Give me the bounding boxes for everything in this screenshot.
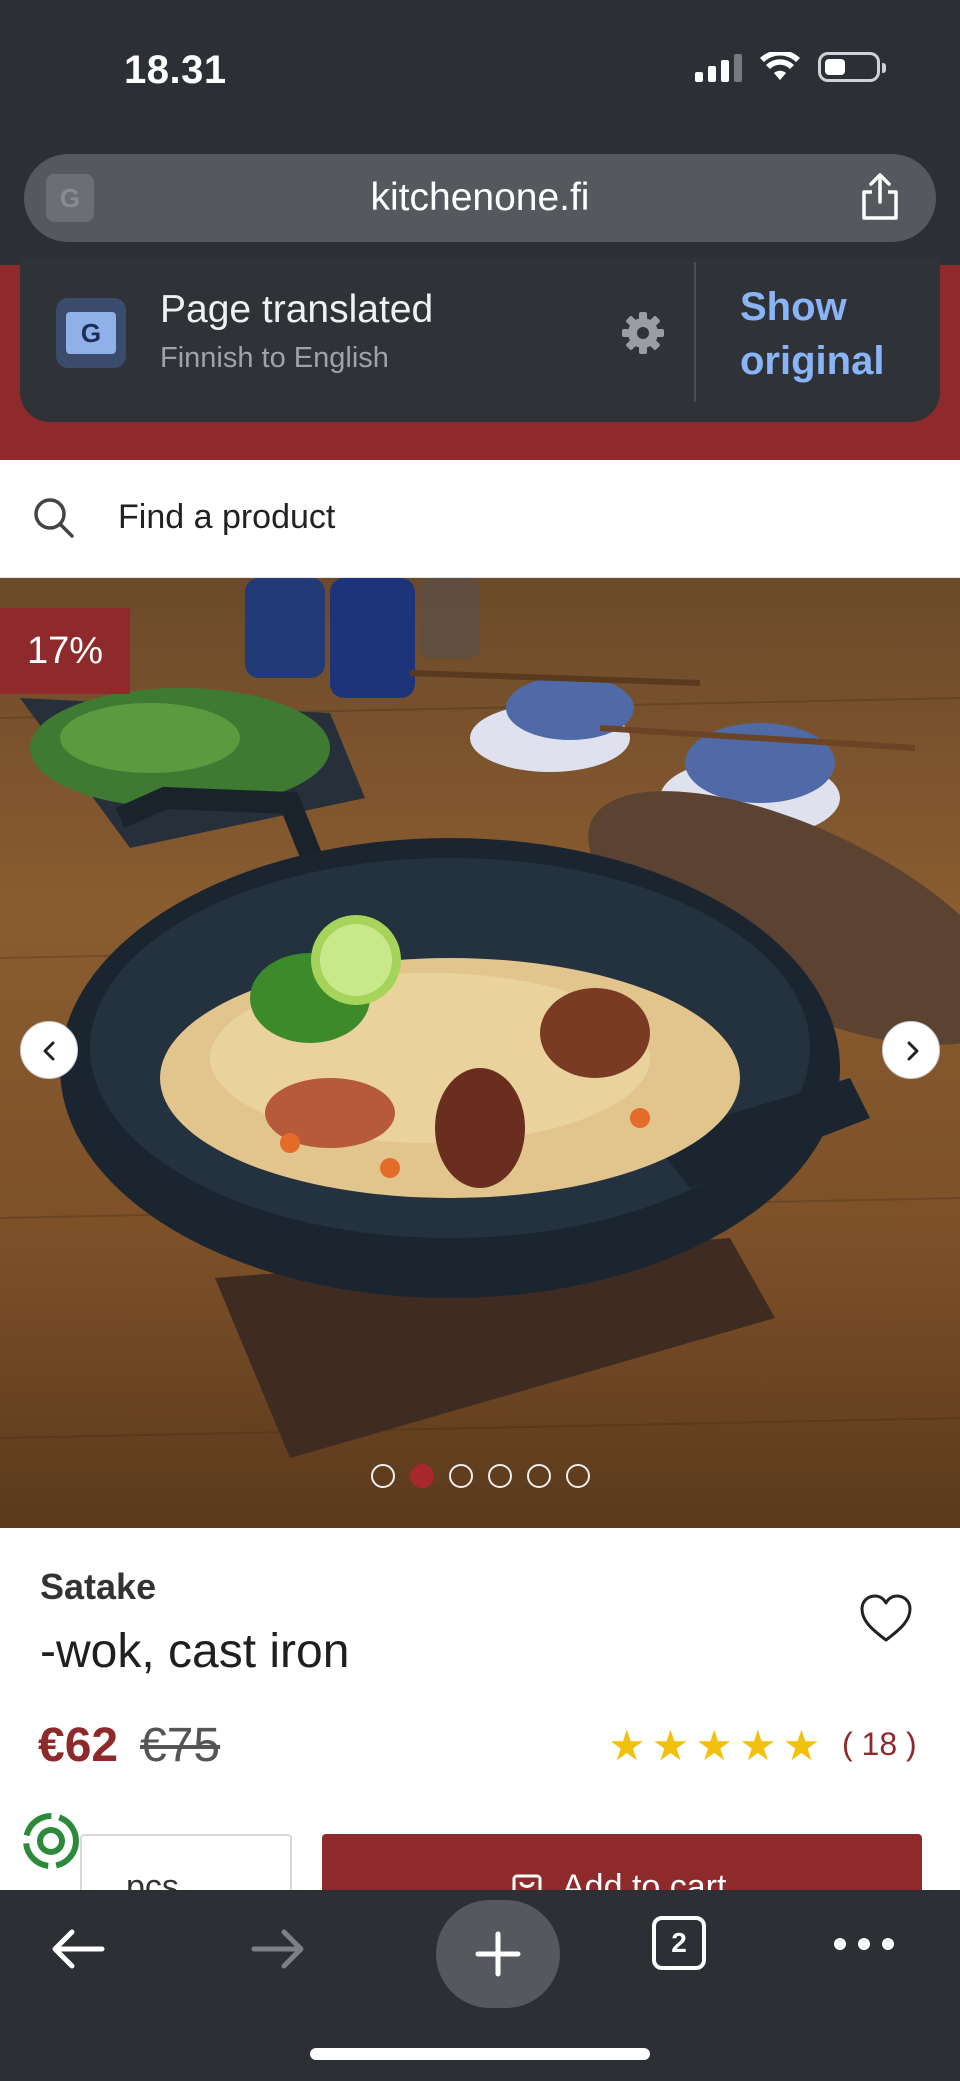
browser-bottom-toolbar: 2 [0,1890,960,2081]
search-icon [34,498,74,538]
carousel-dot[interactable] [409,1464,434,1488]
url-text: kitchenone.fi [370,176,590,219]
carousel-dot[interactable] [565,1464,590,1488]
carousel-dot[interactable] [370,1464,395,1488]
back-arrow-icon[interactable] [48,1924,108,1974]
chevron-left-icon [43,1041,55,1061]
screen: 18.31 G kitchenone.fi kitchenone [0,0,960,2081]
star-icon: ★ [608,1722,646,1769]
browser-top-chrome: 18.31 G kitchenone.fi [0,0,960,265]
star-icon: ★ [782,1722,821,1769]
share-icon[interactable] [858,172,902,222]
price-original: €75 [140,1719,221,1772]
recycle-icon[interactable] [16,1806,86,1876]
chevron-right-icon [907,1041,919,1061]
battery-icon [818,52,886,82]
product-name: -wok, cast iron [40,1625,350,1678]
carousel-dot[interactable] [448,1464,473,1488]
star-icon: ★ [695,1722,733,1769]
product-search[interactable]: Find a product [0,460,960,578]
star-icon: ★ [738,1722,777,1769]
forward-arrow-icon[interactable] [248,1924,308,1974]
translate-title: Page translated [160,288,434,331]
new-tab-button[interactable] [436,1900,560,2008]
popup-divider [694,262,696,402]
cellular-signal-icon [695,52,742,82]
wifi-icon [760,52,800,80]
carousel-next-button[interactable] [882,1021,940,1079]
google-translate-icon: G [56,298,126,368]
status-time: 18.31 [124,48,227,92]
discount-badge: 17% [0,608,130,694]
gear-icon[interactable] [618,308,668,358]
heart-icon[interactable] [858,1592,914,1644]
product-brand[interactable]: Satake [40,1566,156,1608]
carousel-dot[interactable] [487,1464,512,1488]
wok-photo [0,578,960,1458]
star-rating[interactable]: ★ ★ ★ ★ ★ [608,1724,820,1768]
review-count[interactable]: ( 18 ) [842,1726,917,1763]
carousel-prev-button[interactable] [20,1021,78,1079]
product-image[interactable] [0,578,960,1528]
translate-subtitle: Finnish to English [160,342,389,374]
carousel-dot[interactable] [526,1464,551,1488]
address-bar[interactable]: G kitchenone.fi [24,154,936,242]
translate-popup: G Page translated Finnish to English Sho… [20,258,940,422]
tab-switcher-button[interactable]: 2 [652,1916,706,1970]
show-original-button[interactable]: Show original [740,280,920,388]
star-icon: ★ [651,1722,690,1769]
more-menu-icon[interactable] [834,1938,894,1950]
plus-icon [475,1931,521,1977]
home-indicator[interactable] [310,2048,650,2060]
carousel-dots [0,1464,960,1488]
status-icons [695,52,886,82]
price-current: €62 [38,1719,119,1772]
search-input[interactable]: Find a product [118,498,335,537]
